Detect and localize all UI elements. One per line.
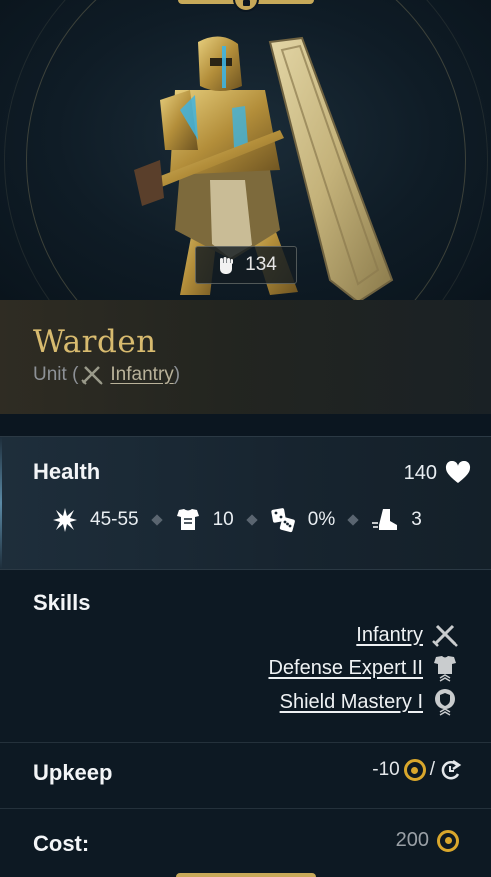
skill-item-defense-expert[interactable]: Defense Expert II <box>268 654 459 682</box>
skill-label[interactable]: Shield Mastery I <box>280 691 423 714</box>
infantry-swords-icon <box>81 366 104 385</box>
unit-portrait-area: 134 <box>0 0 491 300</box>
stat-chance: 0% <box>270 507 335 533</box>
skills-label: Skills <box>33 590 91 615</box>
fist-icon <box>220 257 234 274</box>
cost-panel: Cost: 200 <box>0 809 491 877</box>
stat-separator <box>347 514 359 526</box>
shield-mastery-icon <box>435 689 455 716</box>
bottom-frame-accent <box>176 873 316 877</box>
health-value: 140 <box>403 461 437 484</box>
health-value-group: 140 <box>404 461 471 485</box>
gold-coin-icon <box>403 759 426 781</box>
skill-item-shield-mastery[interactable]: Shield Mastery I <box>280 688 459 716</box>
cost-value-group: 200 <box>396 829 459 852</box>
gold-coin-icon <box>437 829 459 852</box>
movement-boot-icon <box>372 509 398 530</box>
upkeep-separator: / <box>429 759 435 780</box>
stat-armor-value: 10 <box>212 509 234 530</box>
unit-type-line: Unit ( Infantry ) <box>33 364 180 386</box>
heart-icon <box>445 461 471 483</box>
defense-expert-icon <box>434 656 456 682</box>
upkeep-value-group: -10 / <box>372 759 463 781</box>
unit-power-badge: 134 <box>195 246 297 284</box>
skill-label[interactable]: Infantry <box>356 624 423 647</box>
upkeep-value: -10 <box>372 759 400 780</box>
unit-name: Warden <box>33 324 157 360</box>
turn-cycle-icon <box>441 759 462 780</box>
stat-movement-value: 3 <box>411 509 422 530</box>
stat-chance-value: 0% <box>307 509 336 530</box>
stat-separator <box>150 514 163 526</box>
cost-value: 200 <box>395 829 429 851</box>
upkeep-label: Upkeep <box>33 760 113 785</box>
skill-list: Infantry Defense Expert II Shield Master… <box>268 622 459 716</box>
infantry-swords-icon <box>432 624 458 647</box>
unit-power-value: 134 <box>245 254 277 275</box>
damage-burst-icon <box>53 508 77 532</box>
unit-name-panel: Warden Unit ( Infantry ) <box>0 300 491 414</box>
skill-item-infantry[interactable]: Infantry <box>356 622 459 648</box>
cost-label: Cost: <box>33 831 90 856</box>
stat-damage: 45-55 <box>52 507 139 533</box>
unit-type-prefix: Unit ( <box>33 364 79 385</box>
armor-chestplate-icon <box>176 509 199 530</box>
stat-movement: 3 <box>371 507 422 533</box>
stat-separator <box>246 514 258 526</box>
health-panel: Health 140 45-55 10 0% 3 <box>0 436 491 570</box>
health-label: Health <box>33 459 101 484</box>
stat-armor: 10 <box>175 507 234 533</box>
unit-type-infantry-link[interactable]: Infantry <box>110 364 173 386</box>
stat-damage-value: 45-55 <box>90 509 139 530</box>
dice-icon <box>271 508 295 533</box>
upkeep-panel: Upkeep -10 / <box>0 743 491 809</box>
skills-panel: Skills Infantry Defense Expert II Shield… <box>0 570 491 743</box>
skill-label[interactable]: Defense Expert II <box>268 657 423 680</box>
unit-type-suffix: ) <box>173 364 181 385</box>
unit-stats-row: 45-55 10 0% 3 <box>52 507 422 533</box>
